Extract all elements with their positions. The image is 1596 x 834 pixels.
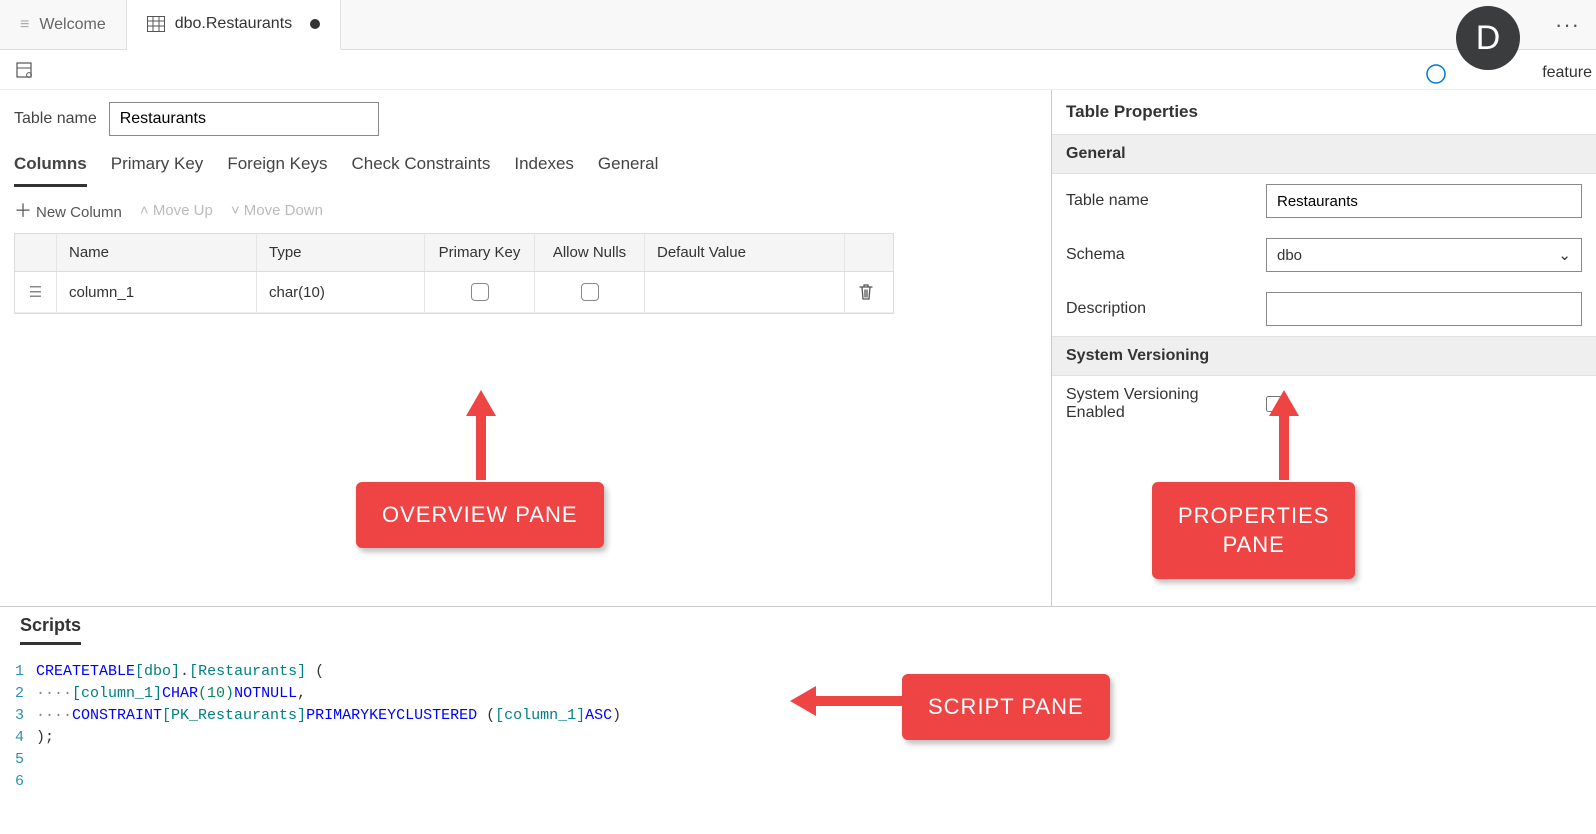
table-row[interactable]: ☰ column_1 char(10): [15, 272, 893, 313]
scripts-pane: Scripts 1CREATE TABLE [dbo].[Restaurants…: [0, 606, 1596, 834]
designer-tab-general[interactable]: General: [598, 154, 658, 187]
chevron-down-icon: ⌄: [1558, 246, 1571, 264]
annotation-overview: OVERVIEW PANE: [356, 482, 604, 548]
prop-row-description: Description: [1052, 282, 1596, 336]
annotation-arrow: [466, 390, 496, 480]
trash-icon: [857, 282, 875, 302]
modified-indicator-icon: [310, 19, 320, 29]
prop-tablename-input[interactable]: [1266, 184, 1582, 218]
new-column-button[interactable]: ＋New Column: [14, 197, 122, 223]
header-nulls: Allow Nulls: [535, 234, 645, 271]
tabs-right-controls: ···: [1555, 0, 1596, 49]
scripts-title: Scripts: [20, 615, 81, 645]
feature-text: feature: [1542, 64, 1592, 82]
prop-description-input[interactable]: [1266, 292, 1582, 326]
database-icon[interactable]: [14, 60, 34, 80]
table-name-row: Table name: [14, 102, 1037, 136]
tab-welcome[interactable]: ≡ Welcome: [0, 0, 127, 49]
tab-welcome-label: Welcome: [39, 16, 105, 34]
editor-tabs: ≡ Welcome dbo.Restaurants ···: [0, 0, 1596, 50]
more-icon[interactable]: ···: [1555, 12, 1580, 38]
section-sysver: System Versioning: [1052, 336, 1596, 376]
designer-tab-columns[interactable]: Columns: [14, 154, 87, 187]
app-root: ≡ Welcome dbo.Restaurants ··· D feature: [0, 0, 1596, 834]
chevron-down-icon: ˅: [231, 202, 244, 219]
prop-row-sysver: System Versioning Enabled: [1052, 376, 1596, 432]
table-icon: [147, 16, 165, 32]
sub-toolbar: [0, 50, 1596, 90]
columns-grid: Name Type Primary Key Allow Nulls Defaul…: [14, 233, 894, 314]
prop-row-tablename: Table name: [1052, 174, 1596, 228]
avatar[interactable]: D: [1456, 6, 1520, 70]
avatar-initial: D: [1476, 19, 1501, 58]
overview-pane: Table name Columns Primary Key Foreign K…: [0, 90, 1052, 606]
cell-default[interactable]: [645, 272, 845, 312]
header-pk: Primary Key: [425, 234, 535, 271]
scripts-code[interactable]: 1CREATE TABLE [dbo].[Restaurants] ( 2···…: [0, 653, 1596, 834]
prop-schema-select[interactable]: dbo ⌄: [1266, 238, 1582, 272]
prop-sysver-label: System Versioning Enabled: [1066, 386, 1256, 422]
prop-row-schema: Schema dbo ⌄: [1052, 228, 1596, 282]
plus-icon: ＋: [14, 201, 32, 221]
cell-pk[interactable]: [425, 272, 535, 312]
annotation-arrow: [1269, 390, 1299, 480]
properties-title: Table Properties: [1052, 90, 1596, 134]
checkbox-pk[interactable]: [471, 283, 489, 301]
table-name-label: Table name: [14, 110, 97, 128]
prop-description-label: Description: [1066, 300, 1256, 318]
cell-name[interactable]: column_1: [57, 272, 257, 312]
scripts-header: Scripts: [0, 607, 1596, 653]
chevron-up-icon: ˄: [140, 202, 153, 219]
header-default: Default Value: [645, 234, 845, 271]
annotation-script: SCRIPT PANE: [902, 674, 1110, 740]
table-name-input[interactable]: [109, 102, 379, 136]
tab-restaurants-label: dbo.Restaurants: [175, 15, 292, 33]
properties-pane: Table Properties General Table name Sche…: [1052, 90, 1596, 606]
move-down-button[interactable]: ˅ Move Down: [231, 202, 323, 219]
info-icon[interactable]: [1426, 64, 1446, 87]
main-region: Table name Columns Primary Key Foreign K…: [0, 90, 1596, 606]
tab-restaurants[interactable]: dbo.Restaurants: [127, 0, 341, 50]
header-type: Type: [257, 234, 425, 271]
header-name: Name: [57, 234, 257, 271]
delete-row-button[interactable]: [845, 272, 887, 312]
section-general: General: [1052, 134, 1596, 174]
header-handle: [15, 234, 57, 271]
prop-schema-value: dbo: [1277, 247, 1302, 264]
drag-handle-icon[interactable]: ☰: [15, 272, 57, 312]
annotation-properties: PROPERTIESPANE: [1152, 482, 1355, 579]
designer-tab-indexes[interactable]: Indexes: [514, 154, 574, 187]
header-delete: [845, 234, 887, 271]
designer-tab-check-constraints[interactable]: Check Constraints: [351, 154, 490, 187]
cell-type[interactable]: char(10): [257, 272, 425, 312]
prop-tablename-label: Table name: [1066, 192, 1256, 210]
checkbox-nulls[interactable]: [581, 283, 599, 301]
list-icon: ≡: [20, 16, 29, 34]
grid-header: Name Type Primary Key Allow Nulls Defaul…: [15, 234, 893, 272]
move-up-button[interactable]: ˄ Move Up: [140, 202, 213, 219]
annotation-arrow: [790, 686, 910, 716]
designer-tabs: Columns Primary Key Foreign Keys Check C…: [14, 154, 1037, 187]
prop-schema-label: Schema: [1066, 246, 1256, 264]
cell-nulls[interactable]: [535, 272, 645, 312]
designer-tab-foreign-keys[interactable]: Foreign Keys: [227, 154, 327, 187]
columns-toolbar: ＋New Column ˄ Move Up ˅ Move Down: [14, 197, 1037, 223]
designer-tab-primary-key[interactable]: Primary Key: [111, 154, 204, 187]
